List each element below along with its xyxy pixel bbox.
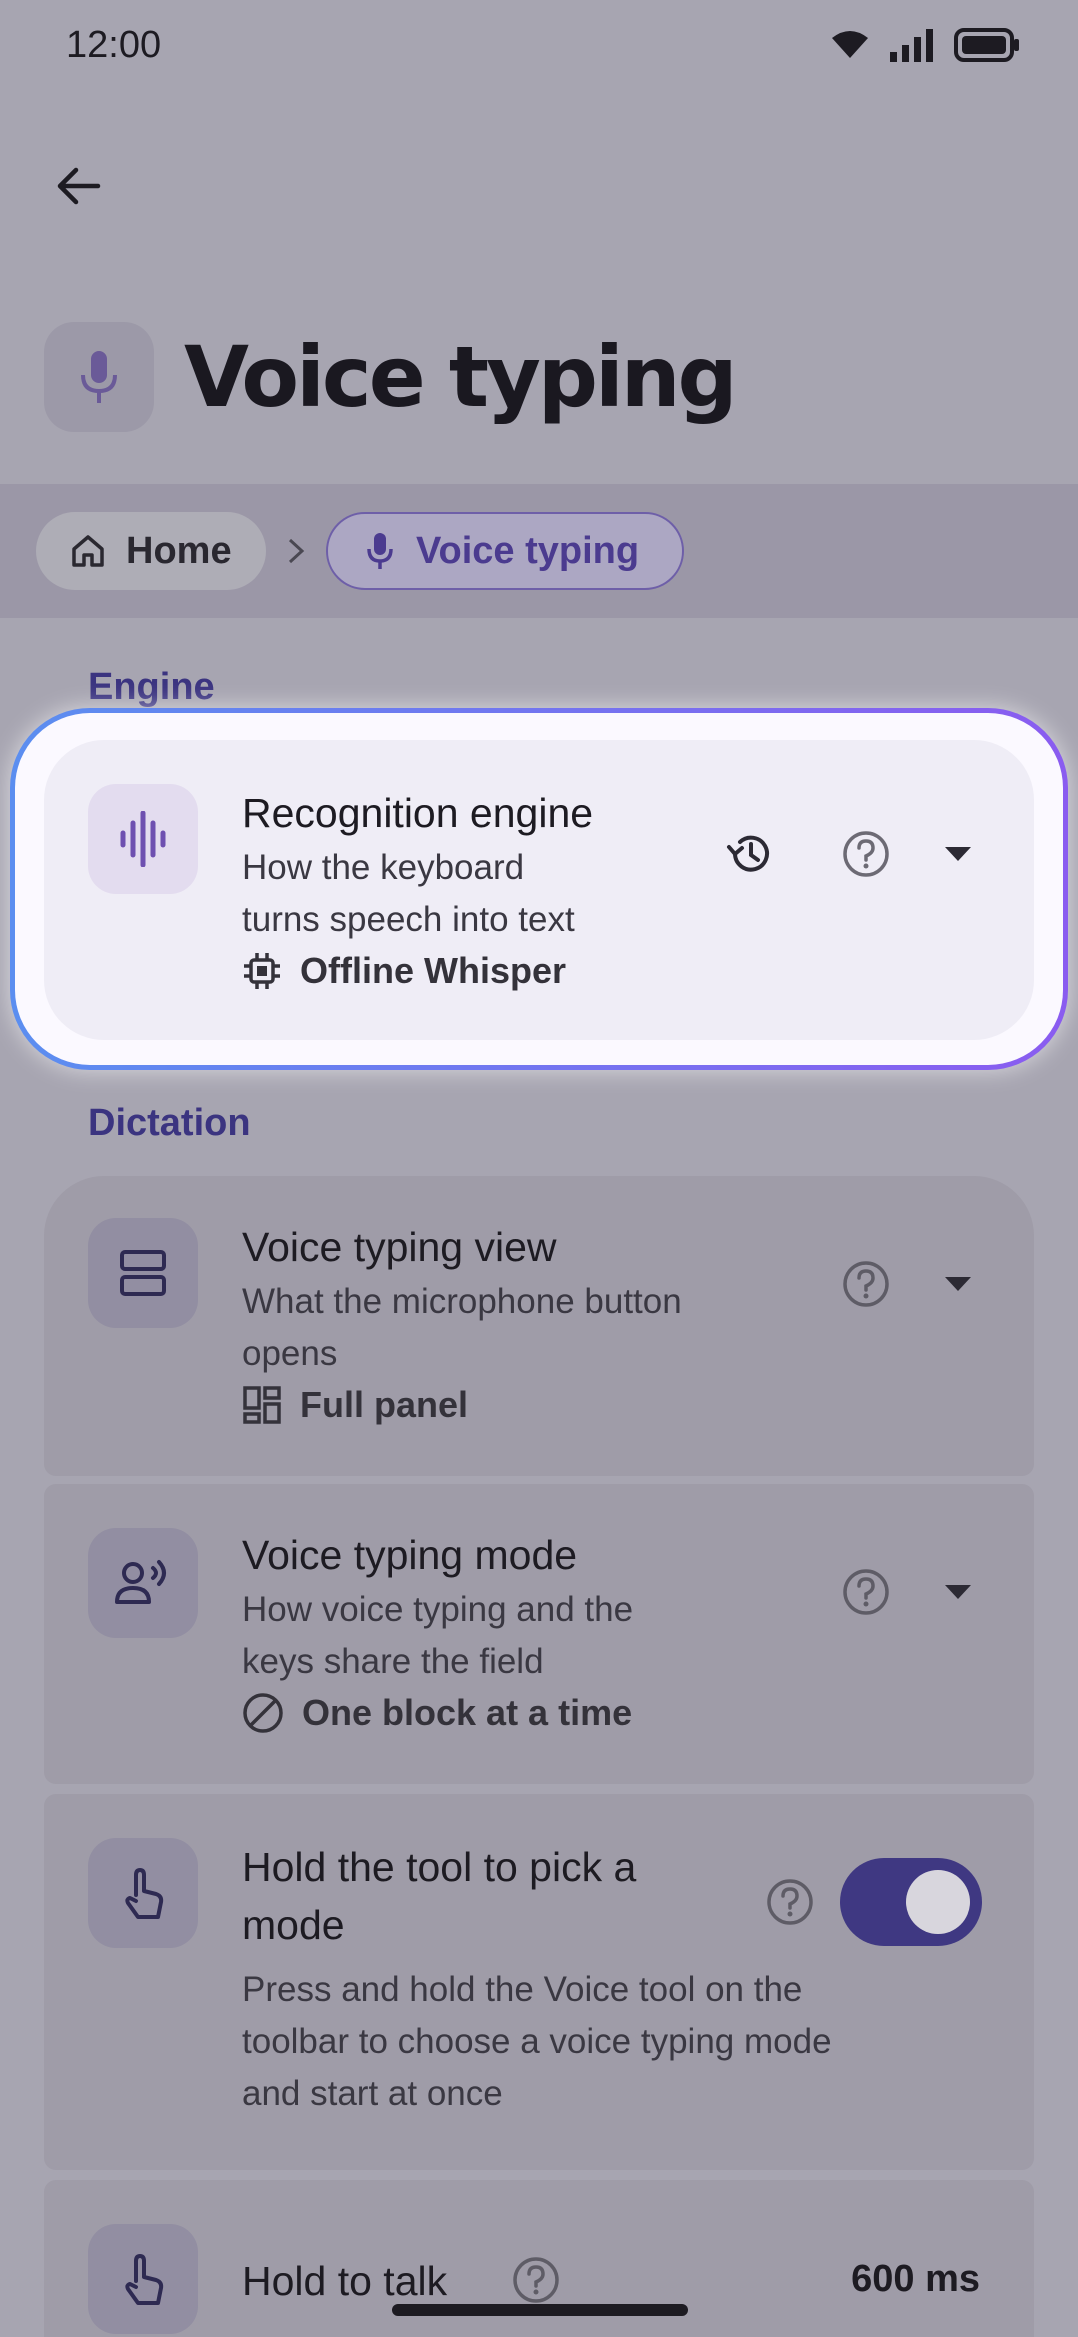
breadcrumb-current-label: Voice typing	[416, 529, 640, 572]
help-circle-icon	[513, 2257, 559, 2303]
help-circle-icon	[767, 1879, 813, 1925]
dashboard-icon	[243, 1386, 281, 1424]
help-button[interactable]	[834, 1252, 898, 1316]
help-button[interactable]	[504, 2248, 568, 2312]
wifi-icon	[832, 31, 868, 58]
expand-button[interactable]	[926, 1252, 990, 1316]
hold-tool-pick-mode-card[interactable]: Hold the tool to pick a mode Press and h…	[44, 1794, 1034, 2170]
status-icons	[830, 28, 1020, 62]
caret-down-icon	[945, 1277, 971, 1291]
status-bar: 12:00	[0, 0, 1078, 100]
home-indicator[interactable]	[392, 2304, 688, 2316]
block-icon	[243, 1693, 283, 1733]
breadcrumb-home-label: Home	[126, 529, 232, 572]
hold-tool-title-2: mode	[242, 1902, 345, 1948]
history-icon	[727, 835, 769, 872]
breadcrumb: Home Voice typing	[0, 484, 1078, 618]
voice-typing-view-subtitle-2: opens	[242, 1334, 338, 1373]
help-circle-icon	[843, 1261, 889, 1307]
section-label-dictation: Dictation	[88, 1102, 251, 1144]
title-icon-box	[44, 322, 154, 432]
voice-typing-view-value: Full panel	[242, 1384, 468, 1426]
title-row: Voice typing	[44, 322, 738, 432]
card-icon-box	[88, 1218, 198, 1328]
help-circle-icon	[843, 1569, 889, 1615]
card-icon-box	[88, 1528, 198, 1638]
hold-tool-toggle[interactable]	[840, 1858, 982, 1946]
breadcrumb-current[interactable]: Voice typing	[326, 512, 684, 590]
voice-typing-mode-card[interactable]: Voice typing mode How voice typing and t…	[44, 1484, 1034, 1784]
voice-typing-mode-subtitle-2: keys share the field	[242, 1642, 544, 1681]
hold-tool-subtitle-2: toolbar to choose a voice typing mode	[242, 2022, 832, 2061]
help-button[interactable]	[834, 822, 898, 886]
recognition-engine-title: Recognition engine	[242, 790, 594, 836]
hold-to-talk-title: Hold to talk	[242, 2258, 448, 2304]
section-label-engine: Engine	[88, 666, 215, 708]
hold-tool-title-1: Hold the tool to pick a	[242, 1844, 637, 1890]
arrow-left-icon	[57, 167, 101, 205]
card-icon-box	[88, 1838, 198, 1948]
touch-hand-icon	[125, 2254, 164, 2305]
card-icon-box	[88, 2224, 198, 2334]
voice-person-icon	[115, 1560, 166, 1604]
hold-to-talk-value: 600 ms	[851, 2258, 980, 2300]
voice-typing-view-card[interactable]: Voice typing view What the microphone bu…	[44, 1176, 1034, 1476]
caret-down-icon	[945, 847, 971, 861]
home-icon	[72, 535, 104, 567]
caret-down-icon	[945, 1585, 971, 1599]
chevron-right-icon	[288, 538, 305, 564]
voice-typing-mode-title: Voice typing mode	[242, 1532, 578, 1578]
voice-typing-mode-subtitle-1: How voice typing and the	[242, 1590, 634, 1629]
microphone-icon	[81, 351, 117, 403]
signal-icon	[890, 29, 933, 62]
panel-icon	[120, 1250, 166, 1296]
status-time: 12:00	[66, 24, 162, 66]
history-button[interactable]	[718, 822, 782, 886]
toggle-knob	[906, 1870, 970, 1934]
help-button[interactable]	[834, 1560, 898, 1624]
voice-typing-mode-value-label: One block at a time	[302, 1692, 633, 1733]
card-icon-box	[88, 784, 198, 894]
recognition-engine-subtitle-2: turns speech into text	[242, 900, 575, 939]
hold-tool-subtitle-1: Press and hold the Voice tool on the	[242, 1970, 803, 2009]
voice-typing-mode-value: One block at a time	[242, 1692, 632, 1734]
waveform-icon	[120, 811, 166, 867]
touch-hand-icon	[125, 1868, 164, 1919]
voice-typing-view-title: Voice typing view	[242, 1224, 557, 1270]
microphone-icon	[367, 533, 393, 569]
help-circle-icon	[843, 831, 889, 877]
page-title: Voice typing	[184, 328, 738, 426]
expand-button[interactable]	[926, 1560, 990, 1624]
back-button[interactable]	[40, 148, 116, 224]
battery-icon	[954, 28, 1019, 62]
voice-typing-view-value-label: Full panel	[300, 1384, 469, 1425]
recognition-engine-subtitle-1: How the keyboard	[242, 848, 525, 887]
recognition-engine-card[interactable]: Recognition engine How the keyboard turn…	[44, 740, 1034, 1040]
help-button[interactable]	[758, 1870, 822, 1934]
voice-typing-view-subtitle-1: What the microphone button	[242, 1282, 682, 1321]
recognition-engine-value-label: Offline Whisper	[300, 950, 567, 991]
chip-icon	[244, 953, 280, 989]
hold-tool-subtitle-3: and start at once	[242, 2074, 503, 2113]
breadcrumb-home[interactable]: Home	[36, 512, 266, 590]
recognition-engine-value: Offline Whisper	[242, 950, 566, 992]
expand-button[interactable]	[926, 822, 990, 886]
